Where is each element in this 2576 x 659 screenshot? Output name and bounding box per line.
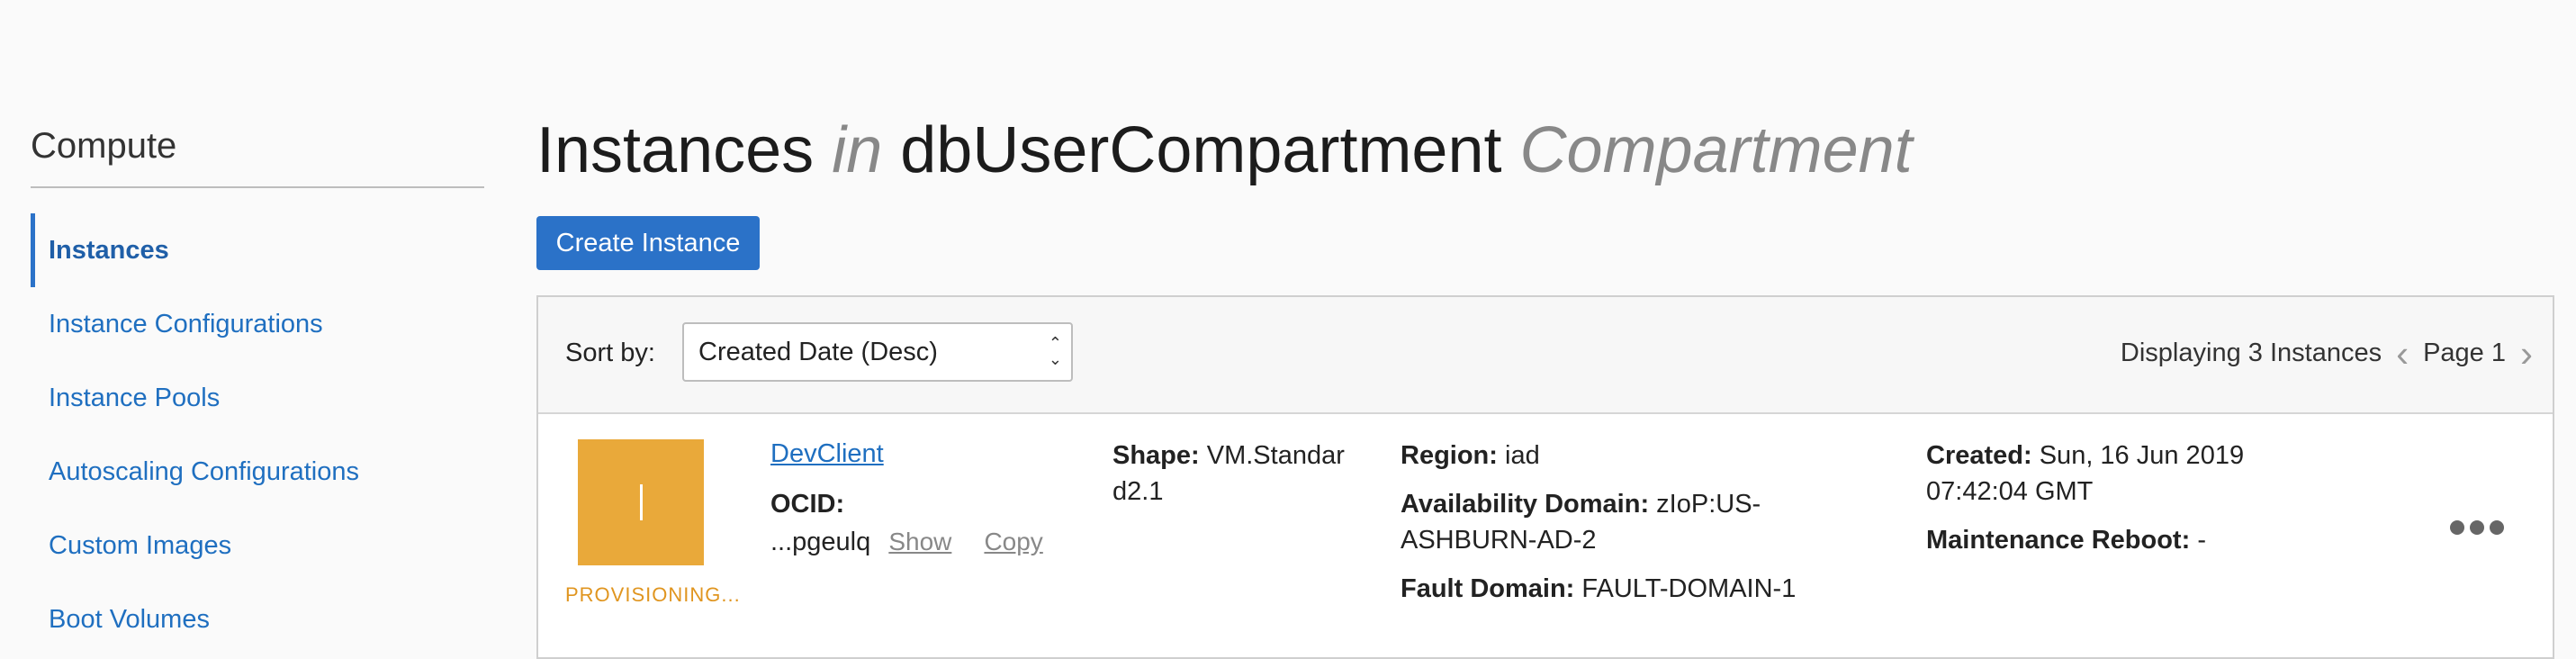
instance-glyph — [639, 484, 643, 520]
prev-page-icon[interactable]: ‹ — [2396, 334, 2409, 372]
sidebar-item-instance-pools[interactable]: Instance Pools — [31, 361, 484, 435]
region-label: Region: — [1401, 441, 1498, 470]
fault-domain-value: FAULT-DOMAIN-1 — [1581, 574, 1797, 603]
instance-row: PROVISIONING... DevClient OCID: ...pgeul… — [538, 414, 2553, 657]
sidebar-item-instances[interactable]: Instances — [31, 213, 484, 287]
page-title-main: Instances — [536, 114, 815, 186]
main-content: Instances in dbUserCompartment Compartme… — [536, 108, 2554, 659]
availability-domain-value-line2: ASHBURN-AD-2 — [1401, 526, 1597, 555]
created-field: Created: Sun, 16 Jun 2019 07:42:04 GMT — [1926, 438, 2244, 510]
sidebar-nav: Instances Instance Configurations Instan… — [31, 213, 484, 656]
shape-label: Shape: — [1112, 441, 1200, 470]
sidebar-item-autoscaling-configurations[interactable]: Autoscaling Configurations — [31, 435, 484, 509]
sort-select-value: Created Date (Desc) — [698, 338, 938, 366]
page-title-compartment: dbUserCompartment — [900, 114, 1502, 186]
menu-dot — [2470, 520, 2484, 535]
maintenance-reboot-field: Maintenance Reboot: - — [1926, 522, 2206, 558]
shape-value-line2: d2.1 — [1112, 477, 1164, 506]
pagination: Displaying 3 Instances ‹ Page 1 › — [2120, 334, 2533, 372]
actions-menu-icon[interactable] — [2450, 520, 2504, 535]
sidebar-item-custom-images[interactable]: Custom Images — [31, 509, 484, 582]
sidebar-item-boot-volumes[interactable]: Boot Volumes — [31, 582, 484, 656]
fault-domain-label: Fault Domain: — [1401, 574, 1575, 603]
fault-domain-field: Fault Domain: FAULT-DOMAIN-1 — [1401, 571, 1796, 607]
sort-select[interactable]: Created Date (Desc) ⌃ ⌄ — [682, 322, 1073, 382]
instance-name-link[interactable]: DevClient — [770, 439, 884, 469]
instances-panel: Sort by: Created Date (Desc) ⌃ ⌄ Displayi… — [536, 295, 2554, 659]
ocid-label: OCID: — [770, 490, 845, 519]
page-title: Instances in dbUserCompartment Compartme… — [536, 108, 2549, 193]
list-toolbar: Sort by: Created Date (Desc) ⌃ ⌄ Displayi… — [538, 297, 2553, 414]
availability-domain-field: Availability Domain: zIoP:US- ASHBURN-AD… — [1401, 486, 1761, 558]
next-page-icon[interactable]: › — [2520, 334, 2533, 372]
ocid-show-link[interactable]: Show — [888, 528, 951, 555]
maintenance-reboot-value: - — [2197, 526, 2206, 555]
sidebar: Compute Instances Instance Configuration… — [31, 126, 484, 656]
availability-domain-value-line1: zIoP:US- — [1656, 490, 1761, 519]
sort-label: Sort by: — [565, 339, 655, 367]
ocid-copy-link[interactable]: Copy — [984, 528, 1042, 555]
availability-domain-label: Availability Domain: — [1401, 490, 1650, 519]
page-number: Page 1 — [2423, 339, 2506, 367]
create-instance-button[interactable]: Create Instance — [536, 216, 760, 270]
select-arrows-icon: ⌃ ⌄ — [1048, 334, 1062, 368]
created-label: Created: — [1926, 441, 2032, 470]
region-value: iad — [1505, 441, 1540, 470]
shape-value-line1: VM.Standar — [1206, 441, 1345, 470]
instance-state-icon — [578, 439, 704, 565]
shape-field: Shape: VM.Standar d2.1 — [1112, 438, 1345, 510]
sidebar-title: Compute — [31, 126, 484, 188]
instance-state-label: PROVISIONING... — [565, 583, 741, 606]
ocid-field: ...pgeulq Show Copy — [770, 528, 1043, 557]
page-title-in: in — [832, 114, 883, 186]
sidebar-item-instance-configurations[interactable]: Instance Configurations — [31, 287, 484, 361]
page-title-suffix: Compartment — [1519, 114, 1913, 186]
region-field: Region: iad — [1401, 438, 1540, 474]
maintenance-reboot-label: Maintenance Reboot: — [1926, 526, 2191, 555]
menu-dot — [2490, 520, 2504, 535]
created-value-line2: 07:42:04 GMT — [1926, 477, 2094, 506]
ocid-value: ...pgeulq — [770, 528, 871, 556]
displaying-count: Displaying 3 Instances — [2120, 339, 2382, 367]
menu-dot — [2450, 520, 2464, 535]
created-value-line1: Sun, 16 Jun 2019 — [2039, 441, 2245, 470]
